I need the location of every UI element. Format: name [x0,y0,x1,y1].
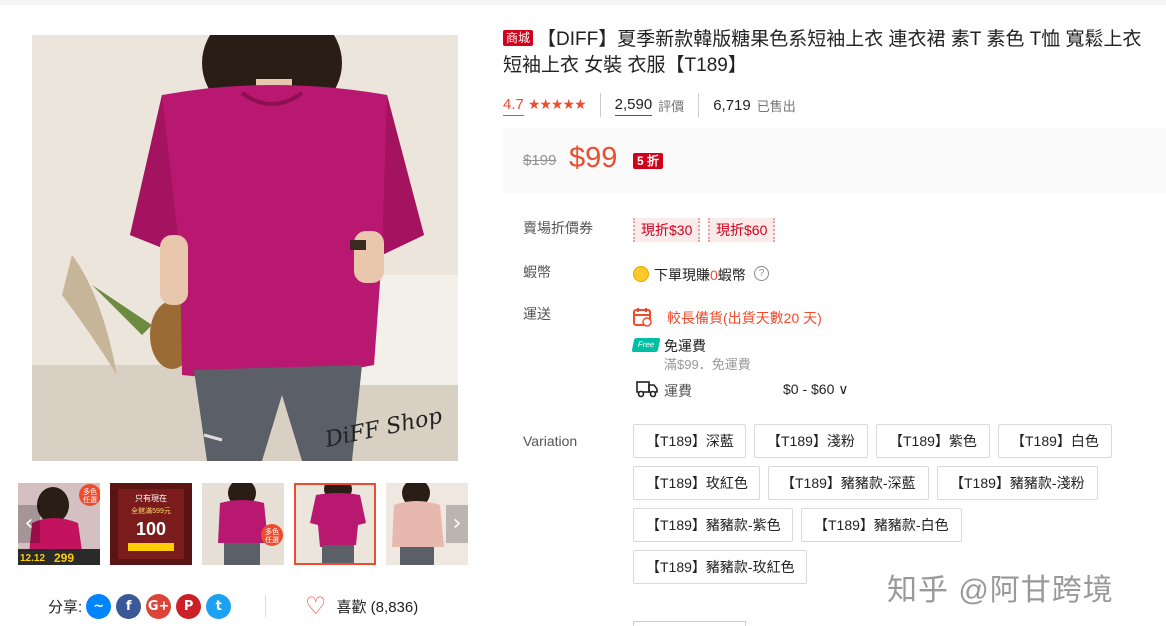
main-product-photo[interactable]: DiFF Shop [32,35,458,461]
thumb2-sub: 全館滿599元 [131,506,171,515]
variation-option[interactable]: 【T189】玫紅色 [633,466,760,500]
variation-option[interactable]: 【T189】淺粉 [754,424,868,458]
favorite-count: 喜歡 (8,836) [336,598,419,616]
free-shipping-condition: 滿$99．免運費 [664,357,751,372]
product-card: DiFF Shop 多色 任選 12.12 299 只有現在 全館滿599元 1… [0,5,1166,626]
help-icon[interactable]: ? [754,266,769,281]
model-photo-illustration: DiFF Shop [32,35,458,461]
thumbnail-prev-arrow[interactable]: ‹ [18,505,40,543]
calendar-warning-icon [633,308,652,327]
mall-badge: 商城 [503,30,534,46]
thumb2-amount: 100 [136,519,166,539]
favorite-button[interactable]: ♡ 喜歡 (8,836) [305,591,418,621]
share-divider [265,595,266,617]
shipping-fee-label: 運費 [664,383,692,399]
voucher-30[interactable]: 現折$30 [633,218,701,242]
thumbnail-strip: 多色 任選 12.12 299 只有現在 全館滿599元 100 多色 任選 ‹… [18,483,468,567]
share-bar: 分享: ~ f G+ P t [48,591,236,621]
rating-score[interactable]: 4.7 [503,95,524,116]
svg-text:任選: 任選 [83,495,97,504]
share-label: 分享: [48,598,83,616]
variation-option[interactable]: 【T189】豬豬款-淺粉 [937,466,1098,500]
thumbnail-4-image [294,483,376,565]
messenger-icon[interactable]: ~ [86,593,112,619]
svg-text:任選: 任選 [265,535,279,544]
free-shipping-icon: Free [631,338,661,352]
thumbnail-4-selected[interactable] [294,483,376,565]
variation-option[interactable]: 【T189】紫色 [876,424,990,458]
thumbnail-2[interactable]: 只有現在 全館滿599元 100 [110,483,192,565]
variation-option[interactable]: 【T189】豬豬款-白色 [801,508,962,542]
product-title-text: 【DIFF】夏季新款韓版糖果色系短袖上衣 連衣裙 素T 素色 T恤 寬鬆上衣 短… [503,29,1142,76]
variation-option[interactable]: 【T189】白色 [998,424,1112,458]
variation-option[interactable]: 【T189】豬豬款-紫色 [633,508,793,542]
coins-text: 下單現賺0蝦幣 [654,267,746,283]
google-plus-icon[interactable]: G+ [146,593,172,619]
truck-icon [636,381,658,398]
thumb3-badge: 多色 [265,527,279,536]
shipping-label: 運送 [523,306,551,322]
quantity-stepper[interactable] [633,621,746,626]
price-box: $199 $99 5 折 [503,128,1166,193]
original-price: $199 [523,152,557,169]
review-label: 評價 [658,98,685,114]
sale-price: $99 [569,142,618,174]
chevron-down-icon: ∨ [838,381,849,397]
discount-badge: 5 折 [633,153,664,169]
thumb1-promo: 12.12 [20,553,45,564]
variation-option[interactable]: 【T189】深藍 [633,424,746,458]
facebook-icon[interactable]: f [116,593,142,619]
coins-label: 蝦幣 [523,264,551,280]
variation-option[interactable]: 【T189】豬豬款-玫紅色 [633,550,807,584]
heart-icon: ♡ [305,592,327,620]
coin-icon [633,266,649,282]
pinterest-icon[interactable]: P [176,593,202,619]
thumb1-price: 299 [54,551,74,565]
voucher-label: 賣場折價券 [523,220,593,236]
free-shipping-label: 免運費 [664,338,706,354]
review-count[interactable]: 2,590 [614,95,653,116]
thumbnail-3-image: 多色 任選 [202,483,284,565]
shipping-fee-dropdown[interactable]: $0 - $60 ∨ [783,381,849,398]
product-title: 商城 【DIFF】夏季新款韓版糖果色系短袖上衣 連衣裙 素T 素色 T恤 寬鬆上衣… [503,27,1163,79]
coins-amount: 0 [710,267,718,283]
thumb1-badge: 多色 [83,487,97,496]
twitter-icon[interactable]: t [206,593,232,619]
shipping-warning: 較長備貨(出貨天數20 天) [667,310,822,326]
variation-label: Variation [523,433,578,449]
thumbnail-next-arrow[interactable]: › [446,505,468,543]
product-stats: 4.7 ★★★★★ 2,590 評價 6,719 已售出 [503,93,796,117]
variation-option[interactable]: 【T189】豬豬款-深藍 [768,466,929,500]
thumbnail-3[interactable]: 多色 任選 [202,483,284,565]
voucher-60[interactable]: 現折$60 [708,218,776,242]
sold-label: 已售出 [756,98,796,114]
watermark: 知乎 @阿甘跨境 [887,574,1114,607]
sold-count: 6,719 [713,96,751,114]
thumb2-headline: 只有現在 [135,493,167,503]
thumbnail-2-image: 只有現在 全館滿599元 100 [110,483,192,565]
rating-stars-icon: ★★★★★ [527,97,587,113]
